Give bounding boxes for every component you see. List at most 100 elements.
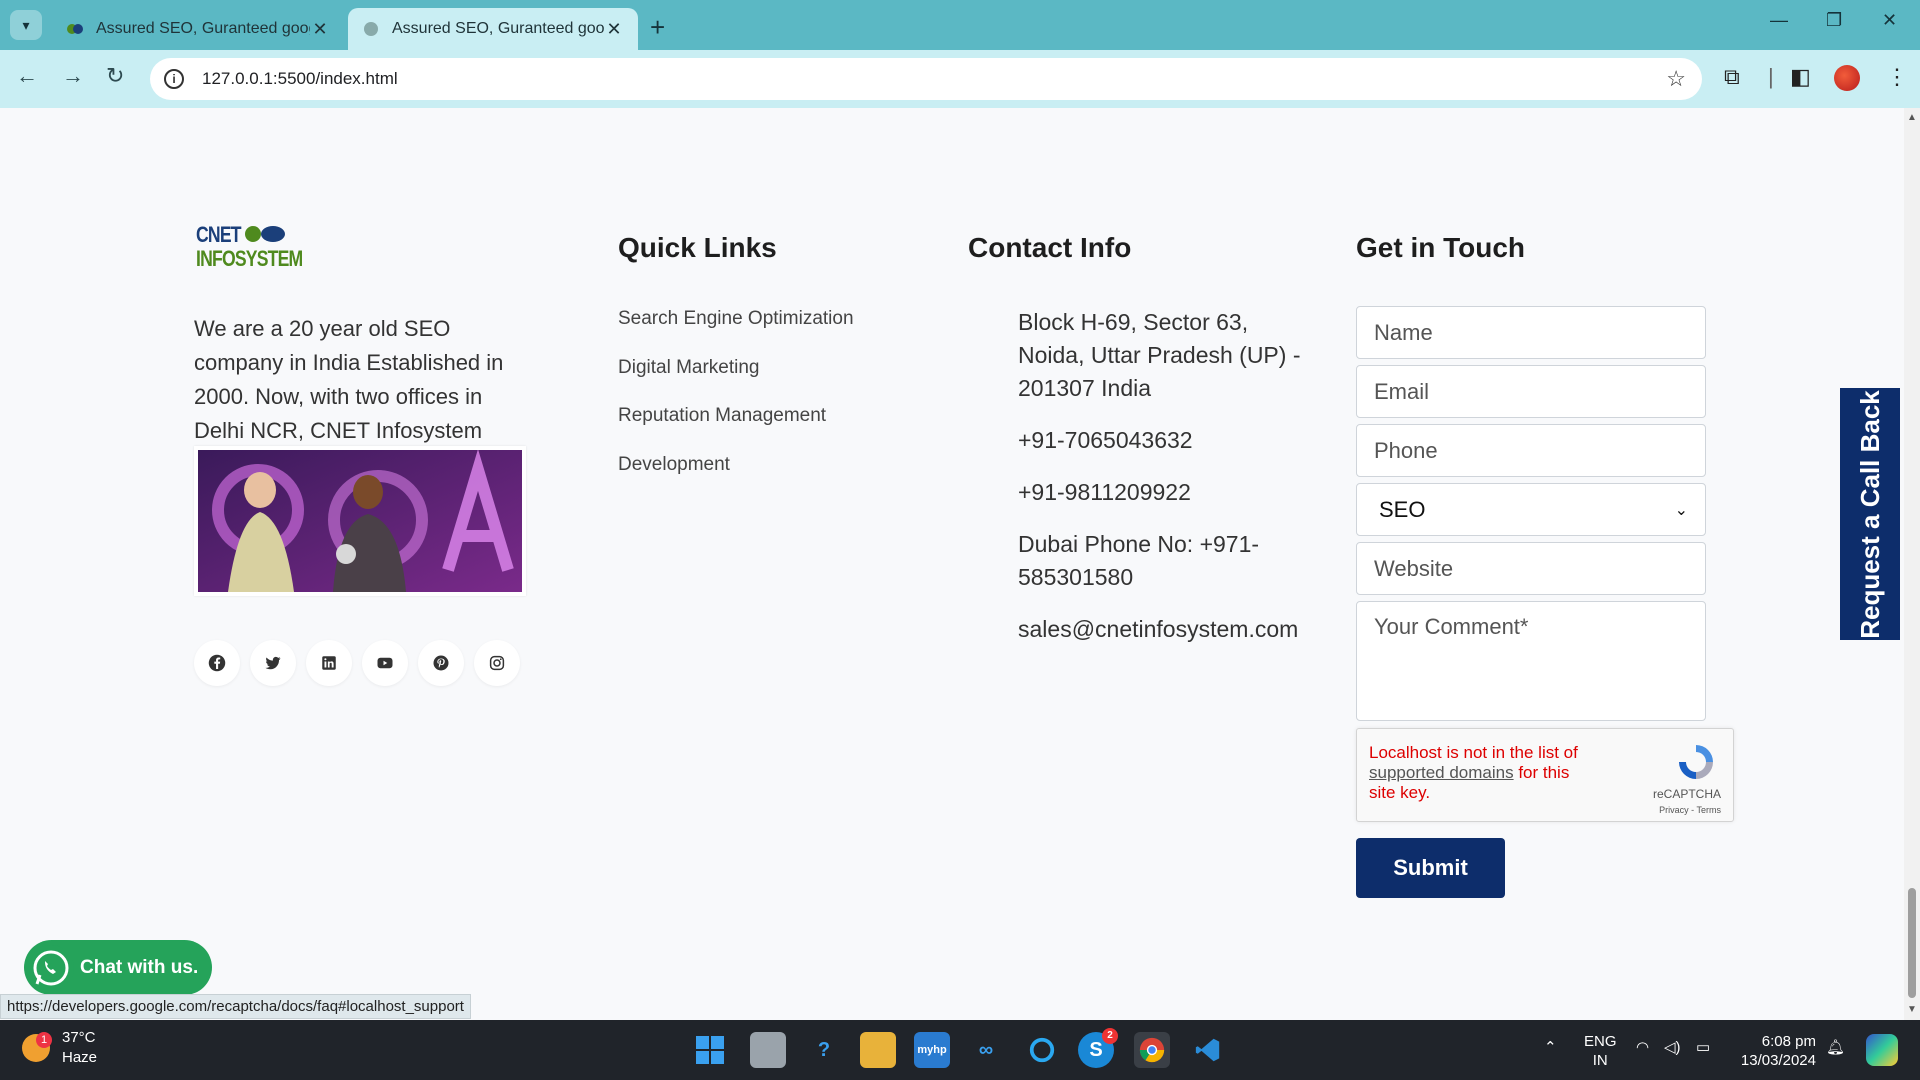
- contact-phone-1[interactable]: +91-7065043632: [1018, 424, 1318, 457]
- clock-date: 13/03/2024: [1740, 1052, 1816, 1069]
- contact-info-list: Block H-69, Sector 63, Noida, Uttar Prad…: [1018, 306, 1318, 665]
- supported-domains-link[interactable]: supported domains: [1369, 763, 1514, 782]
- contact-phone-2[interactable]: +91-9811209922: [1018, 476, 1318, 509]
- chrome-icon[interactable]: [1134, 1032, 1170, 1068]
- whatsapp-chat-button[interactable]: Chat with us.: [24, 940, 212, 995]
- globe-icon: [364, 22, 378, 36]
- language-indicator[interactable]: ENG IN: [1584, 1032, 1617, 1070]
- region-code: IN: [1592, 1052, 1608, 1069]
- minimize-icon[interactable]: —: [1770, 10, 1788, 31]
- weather-widget[interactable]: 1 37°C Haze: [22, 1028, 97, 1068]
- profile-avatar[interactable]: [1834, 65, 1860, 91]
- recaptcha-brand: reCAPTCHA: [1652, 787, 1721, 801]
- toolbar-divider: |: [1768, 64, 1774, 89]
- request-callback-label: Request a Call Back: [1854, 389, 1885, 639]
- quick-link-reputation-management[interactable]: Reputation Management: [618, 405, 854, 454]
- scroll-up-icon[interactable]: ▲: [1907, 112, 1917, 123]
- battery-icon[interactable]: ▭: [1696, 1038, 1710, 1057]
- contact-info-title: Contact Info: [968, 232, 1132, 263]
- windows-start-icon[interactable]: [692, 1032, 728, 1068]
- email-input[interactable]: Email: [1356, 365, 1706, 418]
- weather-temp: 37°C: [62, 1029, 96, 1046]
- quick-link-digital-marketing[interactable]: Digital Marketing: [618, 357, 854, 406]
- recaptcha-widget[interactable]: Localhost is not in the list of supporte…: [1356, 728, 1734, 822]
- linkedin-icon[interactable]: [306, 640, 352, 686]
- restore-icon[interactable]: ❐: [1826, 10, 1842, 31]
- award-photo: [194, 446, 526, 596]
- scroll-thumb[interactable]: [1908, 888, 1916, 998]
- extensions-icon[interactable]: ⧉: [1724, 64, 1740, 90]
- cortana-icon[interactable]: [1024, 1032, 1060, 1068]
- skype-badge: 2: [1102, 1028, 1118, 1044]
- contact-email[interactable]: sales@cnetinfosystem.com: [1018, 613, 1318, 646]
- youtube-icon[interactable]: [362, 640, 408, 686]
- weather-badge: 1: [36, 1032, 52, 1048]
- infinity-app-icon[interactable]: ∞: [968, 1032, 1004, 1068]
- page-scrollbar[interactable]: ▲ ▼: [1904, 108, 1920, 1020]
- show-hidden-icons[interactable]: ⌃: [1544, 1038, 1557, 1057]
- url-text[interactable]: 127.0.0.1:5500/index.html: [202, 69, 398, 89]
- comment-textarea[interactable]: Your Comment*: [1356, 601, 1706, 721]
- submit-button[interactable]: Submit: [1356, 838, 1505, 898]
- quick-links-list: Search Engine Optimization Digital Marke…: [618, 308, 854, 502]
- request-callback-button[interactable]: Request a Call Back: [1840, 388, 1900, 640]
- name-input[interactable]: Name: [1356, 306, 1706, 359]
- forward-icon[interactable]: →: [62, 63, 84, 89]
- close-tab-icon[interactable]: ✕: [310, 19, 330, 40]
- side-panel-icon[interactable]: ◧: [1790, 64, 1811, 90]
- close-window-icon[interactable]: ✕: [1882, 10, 1897, 31]
- cnet-logo[interactable]: CNET INFOSYSTEM: [194, 222, 303, 274]
- notification-bell-icon[interactable]: 🔔︎: [1826, 1038, 1845, 1057]
- contact-address: Block H-69, Sector 63, Noida, Uttar Prad…: [1018, 309, 1301, 401]
- os-taskbar: 1 37°C Haze ? myhp ∞ S 2 ⌃ ENG IN ◠ ◁) ▭…: [0, 1020, 1920, 1080]
- quick-link-development[interactable]: Development: [618, 454, 854, 503]
- chevron-down-icon: ⌄: [1674, 501, 1688, 519]
- service-select[interactable]: SEO ⌄: [1356, 483, 1706, 536]
- recaptcha-error: Localhost is not in the list of supporte…: [1369, 743, 1599, 803]
- scroll-down-icon[interactable]: ▼: [1907, 1004, 1917, 1015]
- quick-link-seo[interactable]: Search Engine Optimization: [618, 308, 854, 357]
- vscode-icon[interactable]: [1190, 1032, 1226, 1068]
- award-photo-image: [198, 450, 522, 592]
- get-in-touch-title: Get in Touch: [1356, 232, 1526, 263]
- browser-toolbar: ← → ↻ i 127.0.0.1:5500/index.html ☆ ⧉ | …: [0, 50, 1920, 108]
- clock[interactable]: 6:08 pm 13/03/2024: [1736, 1032, 1816, 1070]
- logo-line1: CNET: [196, 222, 242, 247]
- contact-dubai-phone[interactable]: Dubai Phone No: +971-585301580: [1018, 528, 1318, 594]
- whatsapp-icon: [28, 944, 74, 991]
- tab-1[interactable]: Assured SEO, Guranteed google ✕: [52, 8, 344, 50]
- menu-kebab-icon[interactable]: ⋮: [1886, 64, 1908, 90]
- tab-search-button[interactable]: ▾: [10, 10, 42, 40]
- close-tab-icon[interactable]: ✕: [604, 19, 624, 40]
- sun-icon: 1: [22, 1032, 52, 1062]
- instagram-icon[interactable]: [474, 640, 520, 686]
- clock-time: 6:08 pm: [1761, 1033, 1816, 1050]
- pinterest-icon[interactable]: [418, 640, 464, 686]
- myhp-icon[interactable]: myhp: [914, 1032, 950, 1068]
- bookmark-star-icon[interactable]: ☆: [1666, 66, 1686, 92]
- copilot-icon[interactable]: [1866, 1034, 1898, 1066]
- back-icon[interactable]: ←: [16, 63, 38, 89]
- logo-line2: INFOSYSTEM: [196, 246, 303, 271]
- task-view-icon[interactable]: [750, 1032, 786, 1068]
- wifi-icon[interactable]: ◠: [1636, 1038, 1649, 1057]
- reload-icon[interactable]: ↻: [106, 63, 124, 89]
- recaptcha-logo-icon: [1679, 745, 1713, 779]
- website-input[interactable]: Website: [1356, 542, 1706, 595]
- site-info-icon[interactable]: i: [164, 69, 184, 89]
- new-tab-icon[interactable]: +: [650, 12, 665, 43]
- recaptcha-terms-link[interactable]: Privacy - Terms: [1659, 805, 1721, 815]
- volume-icon[interactable]: ◁): [1664, 1038, 1681, 1057]
- file-explorer-icon[interactable]: [860, 1032, 896, 1068]
- tab-2[interactable]: Assured SEO, Guranteed google ✕: [348, 8, 638, 50]
- phone-input[interactable]: Phone: [1356, 424, 1706, 477]
- language-code: ENG: [1584, 1033, 1617, 1050]
- skype-icon[interactable]: S 2: [1078, 1028, 1118, 1068]
- twitter-icon[interactable]: [250, 640, 296, 686]
- address-bar[interactable]: i 127.0.0.1:5500/index.html ☆: [150, 58, 1702, 100]
- help-icon[interactable]: ?: [806, 1032, 842, 1068]
- cnet-favicon-icon: [67, 24, 83, 34]
- company-about: We are a 20 year old SEO company in Indi…: [194, 316, 504, 443]
- logo-dot-green: [245, 226, 261, 242]
- facebook-icon[interactable]: [194, 640, 240, 686]
